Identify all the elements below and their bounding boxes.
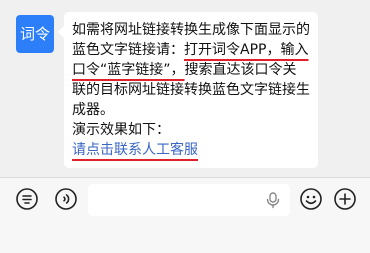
keyboard-list-icon[interactable] (15, 187, 39, 211)
demo-label: 演示效果如下： (72, 122, 170, 138)
emoji-icon[interactable] (299, 187, 323, 211)
chat-area: 词令 如需将网址链接转换生成像下面显示的蓝色文字链接请：打开词令APP，输入口令… (0, 0, 370, 177)
message-bubble[interactable]: 如需将网址链接转换生成像下面显示的蓝色文字链接请：打开词令APP，输入口令“蓝字… (58, 12, 318, 168)
plus-icon[interactable] (333, 187, 357, 211)
avatar-label: 词令 (19, 25, 50, 43)
voice-toggle-icon[interactable] (54, 187, 78, 211)
message-text: 如需将网址链接转换生成像下面显示的蓝色文字链接请：打开词令APP，输入口令“蓝字… (72, 20, 310, 160)
instruction-step-1: 打开词令APP， (184, 42, 281, 58)
input-toolbar (0, 177, 370, 253)
avatar[interactable]: 词令 (16, 15, 54, 53)
message-input[interactable] (88, 184, 290, 216)
customer-service-link[interactable]: 请点击联系人工客服 (72, 142, 198, 158)
microphone-icon[interactable] (264, 191, 282, 209)
